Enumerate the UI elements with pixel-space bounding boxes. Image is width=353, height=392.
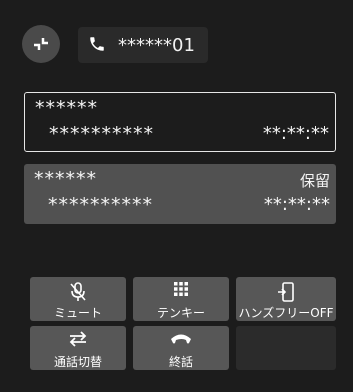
- handsfree-off-button[interactable]: ハンズフリーOFF: [236, 277, 336, 321]
- phone-icon: [90, 37, 104, 51]
- keypad-button[interactable]: テンキー: [133, 277, 229, 321]
- switch-call-button[interactable]: 通話切替: [30, 326, 126, 370]
- mute-button[interactable]: ミュート: [30, 277, 126, 321]
- mute-label: ミュート: [53, 306, 102, 320]
- caller-number-chip: ******01: [78, 27, 208, 63]
- switch-arrows-icon: [69, 331, 87, 347]
- active-call-card[interactable]: ****** ********** **:**:**: [24, 92, 336, 152]
- empty-button-slot: [236, 326, 336, 370]
- mic-mute-icon: [70, 282, 86, 301]
- call-duration: **:**:**: [263, 194, 330, 215]
- phone-call-screen: ******01 ****** ********** **:**:** ****…: [0, 0, 353, 392]
- switch-call-label: 通話切替: [53, 355, 102, 369]
- caller-phone-number: **********: [49, 123, 154, 145]
- caller-name: ******: [34, 168, 97, 190]
- handsfree-icon: [278, 282, 294, 302]
- handset-end-icon: [171, 334, 191, 344]
- caller-number: ******01: [118, 35, 195, 56]
- keypad-label: テンキー: [156, 306, 205, 320]
- caller-name: ******: [35, 97, 98, 119]
- end-call-label: 終話: [168, 355, 193, 369]
- call-header: ******01: [0, 0, 353, 85]
- handsfree-label: ハンズフリーOFF: [238, 306, 334, 320]
- minimize-button[interactable]: [22, 25, 60, 63]
- end-call-button[interactable]: 終話: [133, 326, 229, 370]
- minimize-icon: [34, 38, 48, 50]
- call-duration: **:**:**: [262, 123, 329, 144]
- caller-phone-number: **********: [48, 194, 153, 216]
- held-call-card[interactable]: ****** 保留 ********** **:**:**: [24, 164, 336, 224]
- keypad-icon: [174, 282, 188, 296]
- hold-status-label: 保留: [299, 172, 330, 190]
